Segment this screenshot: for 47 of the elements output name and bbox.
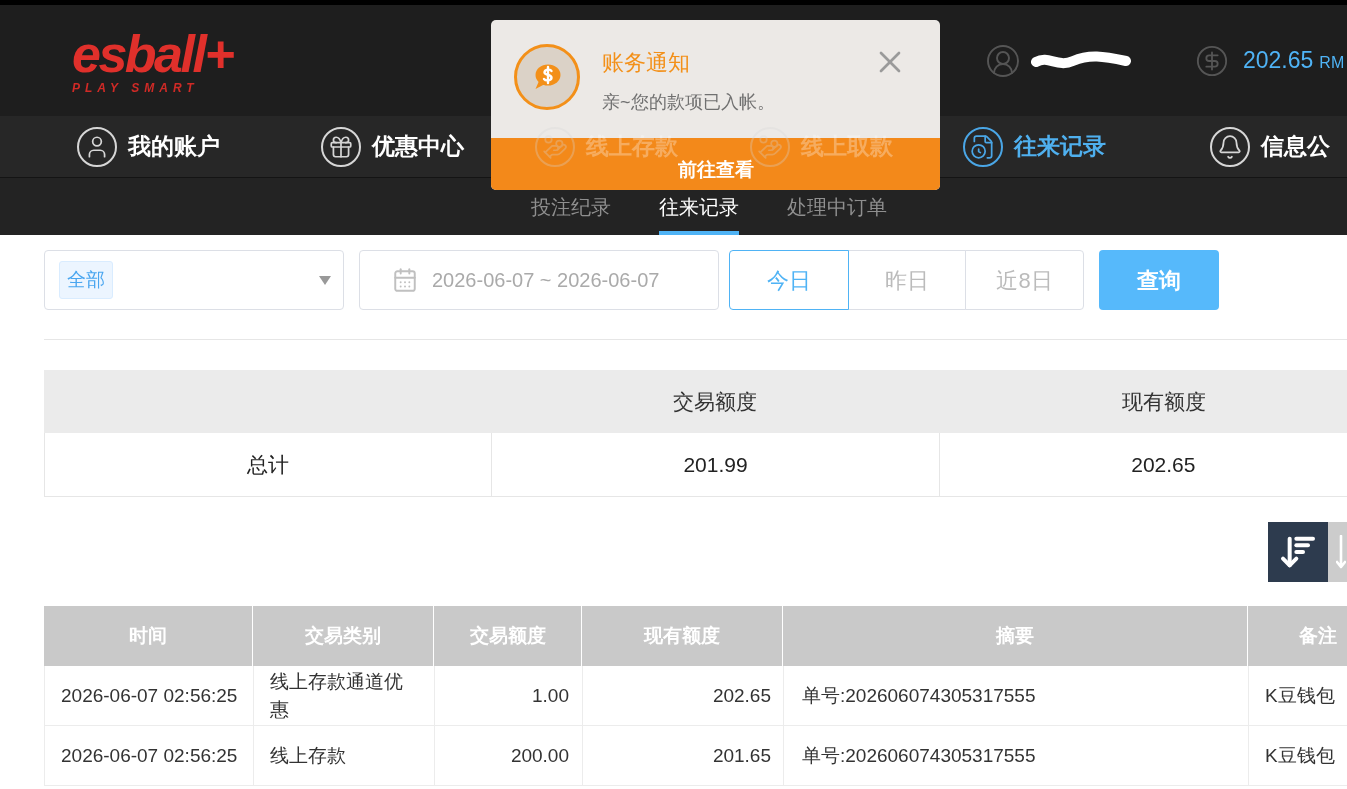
chat-dollar-icon [514,44,580,110]
table-cell-text: 2026-06-07 02:56:25 [60,743,239,768]
table-cell: 单号:202606074305317555 [783,726,1248,785]
notification-title: 账务通知 [602,49,691,77]
user-icon[interactable] [985,42,1021,79]
type-select[interactable]: 全部 [44,250,344,310]
user-icon [77,126,117,167]
gift-icon [321,126,361,167]
nav-link[interactable]: 我的账户 [77,126,220,167]
balance-amount: 202.65 [1243,46,1314,76]
document-clock-icon [963,126,1003,167]
table-cell-text: 2026-06-07 02:56:25 [60,683,239,708]
column-header: 交易额度 [672,388,758,415]
sort-button[interactable] [1268,522,1328,582]
table-cell: 线上存款通道优惠 [253,666,434,725]
notification-message: 亲~您的款项已入帐。 [602,91,775,114]
nav-link[interactable]: 往来记录 [963,126,1106,167]
dollar-icon [1195,43,1229,78]
column-header: 现有额度 [1120,388,1207,415]
date-range-button[interactable]: 近8日 [965,250,1084,310]
tab[interactable]: 投注纪录 [531,178,611,235]
date-range-button[interactable]: 昨日 [848,250,966,310]
table-cell: K豆钱包 [1248,726,1347,785]
logo-wordmark[interactable]: esball+ [72,28,233,79]
date-range-field[interactable]: 2026-06-07 ~ 2026-06-07 [359,250,719,310]
table-cell: 201.65 [582,726,783,785]
table-cell: K豆钱包 [1248,666,1347,725]
nav-link[interactable]: 信息公 [1210,126,1330,167]
currency-label: RM [1319,53,1345,74]
caret-down-icon [319,275,331,285]
calendar-icon [392,267,418,293]
filter-tag[interactable]: 全部 [59,261,113,299]
table-cell-text: 总计 [246,451,291,478]
tab[interactable]: 处理中订单 [787,178,887,235]
search-button[interactable]: 查询 [1099,250,1219,310]
nav-link[interactable]: 优惠中心 [321,126,464,167]
table-cell: 单号:202606074305317555 [783,666,1248,725]
down-arrow-icon [1336,535,1346,569]
table-cell: 202.65 [938,433,1347,496]
logo-tagline: PLAY SMART [72,80,199,95]
bell-icon [1210,126,1250,167]
table-cell: 线上存款 [253,726,434,785]
table-cell: 200.00 [434,726,582,785]
table-cell: 202.65 [582,666,783,725]
table-cell: 201.99 [491,433,939,496]
date-range-button[interactable]: 今日 [729,250,849,310]
table-cell: 1.00 [434,666,582,725]
